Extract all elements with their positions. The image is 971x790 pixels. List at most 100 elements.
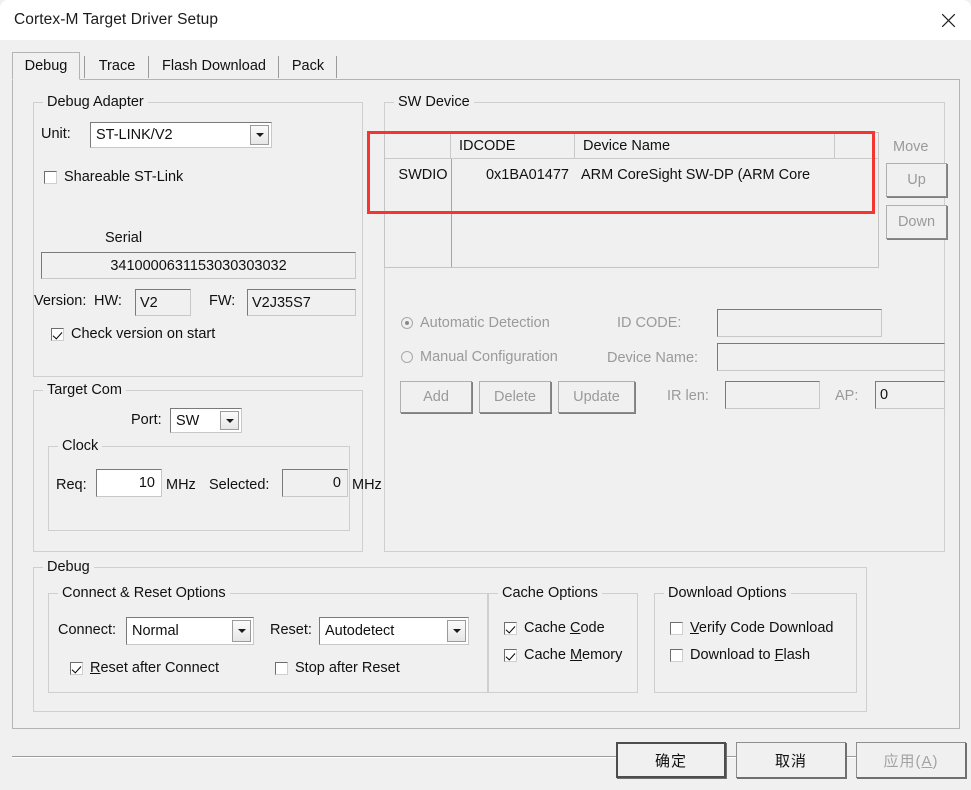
cache-memory-label: Cache Memory: [524, 647, 622, 663]
verify-code-download-mnemonic: V: [690, 620, 699, 636]
tab-flash-download[interactable]: Flash Download: [152, 52, 276, 80]
unit-label: Unit:: [41, 126, 71, 142]
download-to-flash-checkbox[interactable]: Download to Flash: [670, 647, 810, 663]
reset-after-connect-checkbox[interactable]: Reset after Connect: [70, 660, 219, 676]
dialog-client-area: Debug Trace Flash Download Pack Debug Ad…: [0, 40, 971, 790]
sw-device-list-header: IDCODE Device Name: [385, 133, 878, 159]
clock-group-label: Clock: [58, 438, 103, 454]
tab-pack-label: Pack: [291, 58, 325, 74]
update-button-label: Update: [573, 389, 620, 405]
automatic-detection-label: Automatic Detection: [420, 315, 550, 331]
id-code-label: ID CODE:: [617, 315, 682, 331]
automatic-detection-radio-circle: [401, 317, 413, 329]
unit-combobox[interactable]: ST-LINK/V2: [90, 122, 272, 148]
tab-trace[interactable]: Trace: [88, 52, 146, 80]
chevron-down-icon: [237, 629, 246, 633]
fw-version-field[interactable]: V2J35S7: [247, 289, 356, 316]
serial-field[interactable]: 3410000631153030303032: [41, 252, 356, 279]
ir-len-field[interactable]: [725, 381, 820, 409]
download-to-flash-label: Download to Flash: [690, 647, 810, 663]
download-to-flash-post: lash: [783, 647, 811, 663]
version-label: Version:: [34, 293, 87, 309]
apply-button-pre: 应用(: [883, 752, 922, 770]
move-down-button-label: Down: [897, 214, 936, 230]
tab-pack[interactable]: Pack: [282, 52, 334, 80]
connect-reset-options-group: Connect & Reset Options Connect: Normal …: [48, 585, 488, 693]
tab-strip: Debug Trace Flash Download Pack: [12, 52, 960, 80]
verify-code-download-rest: erify Code Download: [698, 620, 834, 636]
verify-code-download-checkbox[interactable]: Verify Code Download: [670, 620, 833, 636]
move-up-button[interactable]: Up: [886, 163, 947, 197]
reset-combobox-value: Autodetect: [325, 623, 395, 639]
cache-memory-mnemonic: M: [569, 647, 583, 663]
device-name-label: Device Name:: [607, 350, 699, 366]
manual-configuration-radio-circle: [401, 351, 413, 363]
apply-button-post: ): [932, 752, 939, 770]
cache-options-group: Cache Options Cache Code Cache Memory: [488, 585, 638, 693]
hw-version-field[interactable]: V2: [135, 289, 191, 316]
sw-device-group: SW Device IDCODE Device Name SWDIO 0x1BA…: [384, 94, 947, 552]
sw-device-row-device-name: ARM CoreSight SW-DP (ARM Core: [581, 166, 811, 183]
selected-clock-field[interactable]: 0: [282, 469, 348, 497]
debug-group: Debug Connect & Reset Options Connect: N…: [33, 559, 867, 712]
stop-after-reset-label: Stop after Reset: [295, 660, 400, 676]
tab-separator-1: [84, 56, 85, 78]
unit-combobox-dropdown-button[interactable]: [250, 125, 269, 145]
tab-separator-4: [336, 56, 337, 78]
cache-code-checkbox[interactable]: Cache Code: [504, 620, 605, 636]
title-bar: Cortex-M Target Driver Setup: [0, 0, 971, 40]
chevron-down-icon: [225, 418, 234, 423]
cache-code-checkbox-box: [504, 621, 517, 635]
add-button-label: Add: [423, 389, 449, 405]
ok-button[interactable]: 确定: [616, 742, 726, 778]
move-down-button[interactable]: Down: [886, 205, 947, 239]
reset-combobox-dropdown-button[interactable]: [447, 620, 466, 642]
update-button[interactable]: Update: [558, 381, 635, 413]
reset-after-connect-label: Reset after Connect: [90, 660, 219, 676]
sw-device-header-device-name[interactable]: Device Name: [575, 133, 835, 159]
reset-label: Reset:: [270, 622, 312, 638]
debug-adapter-group: Debug Adapter Unit: ST-LINK/V2 Shareable…: [33, 94, 363, 377]
reset-combobox[interactable]: Autodetect: [319, 617, 469, 645]
connect-reset-options-group-label: Connect & Reset Options: [58, 585, 230, 601]
req-clock-field[interactable]: 10: [96, 469, 162, 497]
tab-flash-download-label: Flash Download: [162, 58, 266, 74]
verify-code-download-checkbox-box: [670, 621, 683, 635]
device-name-field[interactable]: [717, 343, 945, 371]
sw-device-row-port: SWDIO: [398, 166, 448, 183]
port-combobox[interactable]: SW: [170, 408, 242, 433]
port-combobox-dropdown-button[interactable]: [220, 411, 239, 430]
verify-code-download-label: Verify Code Download: [690, 620, 833, 636]
table-row[interactable]: SWDIO 0x1BA01477 ARM CoreSight SW-DP (AR…: [385, 161, 878, 188]
hw-label: HW:: [94, 293, 122, 309]
serial-label: Serial: [105, 230, 143, 246]
close-icon[interactable]: [925, 0, 971, 40]
shareable-st-link-checkbox[interactable]: Shareable ST-Link: [44, 169, 183, 185]
tab-debug[interactable]: Debug: [12, 52, 80, 80]
automatic-detection-radio[interactable]: Automatic Detection: [401, 315, 550, 331]
cancel-button[interactable]: 取消: [736, 742, 846, 778]
add-button[interactable]: Add: [400, 381, 472, 413]
debug-adapter-group-label: Debug Adapter: [43, 94, 148, 110]
ap-field[interactable]: 0: [875, 381, 945, 409]
sw-device-list[interactable]: IDCODE Device Name SWDIO 0x1BA01477 ARM …: [384, 132, 879, 268]
cache-memory-checkbox[interactable]: Cache Memory: [504, 647, 622, 663]
cache-memory-post: emory: [582, 647, 623, 663]
connect-combobox[interactable]: Normal: [126, 617, 254, 645]
connect-combobox-dropdown-button[interactable]: [232, 620, 251, 642]
fw-label: FW:: [209, 293, 236, 309]
apply-button[interactable]: 应用(A): [856, 742, 966, 778]
debug-group-label: Debug: [43, 559, 94, 575]
apply-button-label: 应用(A): [883, 750, 938, 771]
ok-button-label: 确定: [654, 752, 687, 770]
id-code-field[interactable]: [717, 309, 882, 337]
sw-device-header-idcode[interactable]: IDCODE: [451, 133, 575, 159]
manual-configuration-label: Manual Configuration: [420, 349, 558, 365]
sw-device-group-label: SW Device: [394, 94, 474, 110]
tab-trace-label: Trace: [98, 58, 136, 74]
check-version-on-start-label: Check version on start: [71, 326, 216, 342]
check-version-on-start-checkbox[interactable]: Check version on start: [51, 326, 215, 342]
delete-button[interactable]: Delete: [479, 381, 551, 413]
stop-after-reset-checkbox[interactable]: Stop after Reset: [275, 660, 400, 676]
manual-configuration-radio[interactable]: Manual Configuration: [401, 349, 558, 365]
